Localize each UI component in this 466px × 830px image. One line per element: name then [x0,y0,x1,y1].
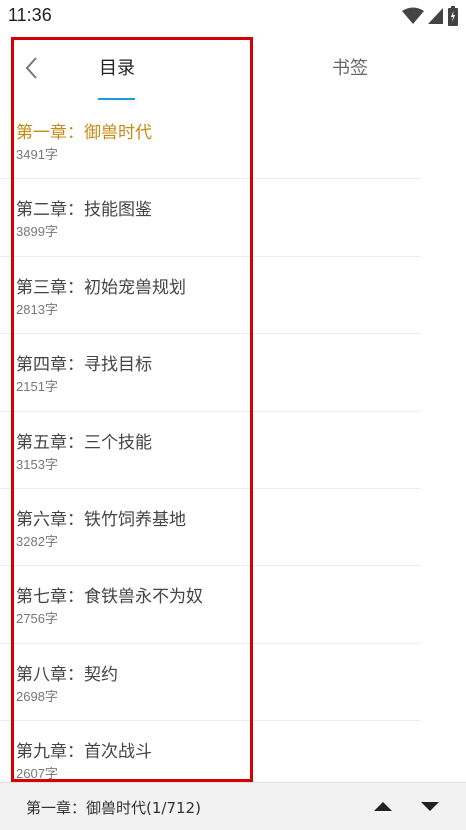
chapter-word-count: 2813字 [16,301,58,317]
toc-header: 目录 书签 [0,32,466,102]
chapter-word-count: 2698字 [16,688,58,704]
triangle-down-icon[interactable] [419,797,441,815]
current-chapter-label: 第一章：御兽时代(1/712) [26,799,201,817]
chapter-word-count: 2607字 [16,766,58,782]
cell-signal-icon [428,8,443,24]
chapter-title: 第二章：技能图鉴 [16,200,152,221]
chapter-word-count: 3491字 [16,147,58,162]
chapter-item-1[interactable]: 第一章：御兽时代 3491字 [0,102,466,180]
chapter-title: 第八章：契约 [16,664,118,685]
bottom-bar: 第一章：御兽时代(1/712) [0,782,466,830]
status-bar: 11:36 [0,0,466,32]
chapter-item-4[interactable]: 第四章：寻找目标 2151字 [0,334,466,412]
status-time: 11:36 [8,5,52,25]
chapter-list[interactable]: 第一章：御兽时代 3491字 第二章：技能图鉴 3899字 第三章：初始宠兽规划… [0,102,466,782]
chapter-title: 第六章：铁竹饲养基地 [16,509,186,530]
tab-bookmarks[interactable]: 书签 [332,54,368,80]
chapter-word-count: 3282字 [16,533,58,549]
chapter-word-count: 2756字 [16,611,58,627]
chevron-left-icon[interactable] [20,54,44,82]
chapter-item-9[interactable]: 第九章：首次战斗 2607字 [0,721,466,782]
chapter-title: 第一章：御兽时代 [16,123,152,143]
chapter-title: 第九章：首次战斗 [16,742,152,763]
chapter-title: 第三章：初始宠兽规划 [16,277,186,298]
chapter-title: 第七章：食铁兽永不为奴 [16,587,203,608]
status-icons [402,6,458,26]
chapter-word-count: 2151字 [16,379,58,395]
chapter-item-5[interactable]: 第五章：三个技能 3153字 [0,412,466,489]
wifi-icon [402,7,424,24]
chapter-item-8[interactable]: 第八章：契约 2698字 [0,644,466,722]
triangle-up-icon[interactable] [372,797,394,815]
chapter-item-7[interactable]: 第七章：食铁兽永不为奴 2756字 [0,566,466,644]
chapter-word-count: 3899字 [16,224,58,240]
chapter-item-2[interactable]: 第二章：技能图鉴 3899字 [0,179,466,257]
tab-table-of-contents[interactable]: 目录 [99,54,135,80]
chapter-item-3[interactable]: 第三章：初始宠兽规划 2813字 [0,257,466,335]
battery-icon [448,6,458,26]
chapter-title: 第四章：寻找目标 [16,355,152,376]
chapter-title: 第五章：三个技能 [16,432,152,453]
active-tab-indicator [98,98,135,100]
chapter-item-6[interactable]: 第六章：铁竹饲养基地 3282字 [0,489,466,567]
chapter-word-count: 3153字 [16,456,58,472]
